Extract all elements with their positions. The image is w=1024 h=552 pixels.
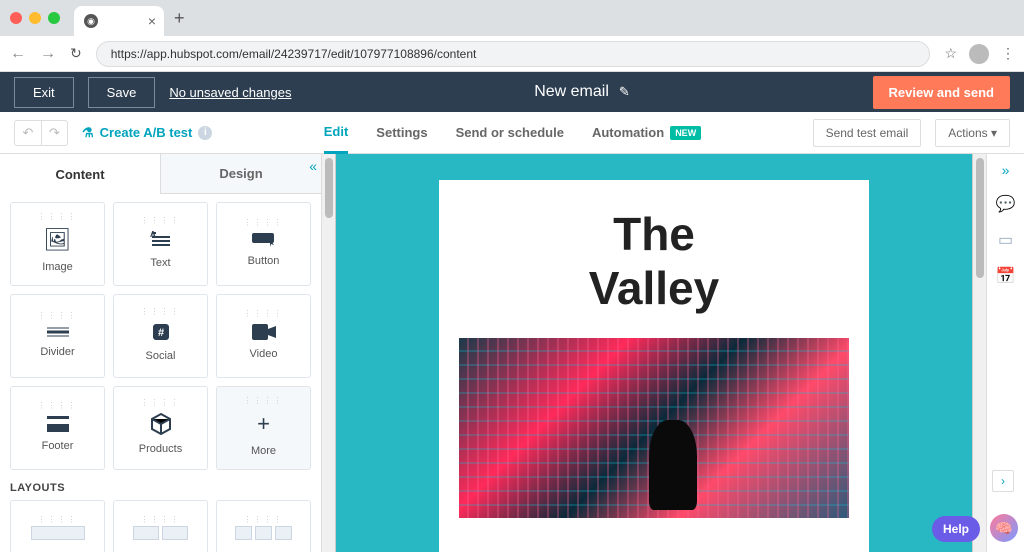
block-video[interactable]: ⋮⋮⋮⋮ Video bbox=[216, 294, 311, 378]
flask-icon: ⚗ bbox=[82, 125, 94, 141]
sidebar-tab-design[interactable]: Design bbox=[160, 154, 321, 194]
button-icon bbox=[252, 233, 276, 247]
device-icon[interactable]: ▭ bbox=[998, 230, 1013, 250]
tab-settings[interactable]: Settings bbox=[376, 112, 427, 153]
block-button[interactable]: ⋮⋮⋮⋮ Button bbox=[216, 202, 311, 286]
exit-button[interactable]: Exit bbox=[14, 77, 74, 108]
drag-handle-icon: ⋮⋮⋮⋮ bbox=[244, 399, 284, 403]
new-tab-button[interactable]: + bbox=[174, 8, 185, 29]
edit-title-icon[interactable]: ✎ bbox=[619, 84, 630, 100]
block-footer[interactable]: ⋮⋮⋮⋮ Footer bbox=[10, 386, 105, 470]
drag-handle-icon: ⋮⋮⋮⋮ bbox=[141, 401, 181, 405]
create-ab-test-link[interactable]: ⚗ Create A/B test i bbox=[82, 125, 212, 141]
layout-3col[interactable]: ⋮⋮⋮⋮ bbox=[216, 500, 311, 552]
window-controls bbox=[10, 12, 60, 24]
footer-icon bbox=[47, 416, 69, 432]
drag-handle-icon: ⋮⋮⋮⋮ bbox=[38, 314, 78, 318]
maximize-window-icon[interactable] bbox=[48, 12, 60, 24]
url-input[interactable] bbox=[96, 41, 931, 67]
unsaved-status: No unsaved changes bbox=[169, 85, 291, 100]
sub-header: ↶ ↷ ⚗ Create A/B test i Edit Settings Se… bbox=[0, 112, 1024, 154]
drag-handle-icon: ⋮⋮⋮⋮ bbox=[141, 310, 181, 314]
ruler-left bbox=[322, 154, 336, 552]
drag-handle-icon: ⋮⋮⋮⋮ bbox=[38, 215, 78, 219]
email-hero-image[interactable] bbox=[459, 338, 849, 518]
products-icon bbox=[151, 413, 171, 435]
comment-icon[interactable]: 💬 bbox=[996, 194, 1016, 214]
browser-tab[interactable]: ◉ × bbox=[74, 6, 164, 36]
review-send-button[interactable]: Review and send bbox=[873, 76, 1010, 109]
layouts-heading: LAYOUTS bbox=[10, 482, 311, 494]
sidebar-tab-content[interactable]: Content bbox=[0, 154, 160, 194]
redo-icon[interactable]: ↷ bbox=[41, 121, 67, 145]
scrollbar-right[interactable] bbox=[972, 154, 986, 552]
browser-menu-icon[interactable]: ⋮ bbox=[1001, 45, 1014, 62]
bookmark-icon[interactable]: ☆ bbox=[944, 45, 957, 62]
tab-automation[interactable]: Automation NEW bbox=[592, 112, 701, 153]
video-icon bbox=[252, 324, 276, 340]
calendar-icon[interactable]: 📅 bbox=[996, 266, 1016, 286]
email-body[interactable]: TheValley bbox=[439, 180, 869, 552]
send-test-email-button[interactable]: Send test email bbox=[813, 119, 922, 147]
divider-icon bbox=[47, 326, 69, 338]
undo-redo-group: ↶ ↷ bbox=[14, 120, 68, 146]
main-area: « Content Design ⋮⋮⋮⋮ 🖼 Image ⋮⋮⋮⋮ A Tex… bbox=[0, 154, 1024, 552]
layout-2col[interactable]: ⋮⋮⋮⋮ bbox=[113, 500, 208, 552]
email-title-header: New email bbox=[534, 83, 609, 101]
minimize-window-icon[interactable] bbox=[29, 12, 41, 24]
tab-send-schedule[interactable]: Send or schedule bbox=[456, 112, 564, 153]
right-rail: » 💬 ▭ 📅 bbox=[986, 154, 1024, 552]
plus-icon: + bbox=[257, 411, 270, 437]
image-icon: 🖼 bbox=[44, 227, 72, 253]
assistant-icon[interactable]: 🧠 bbox=[990, 514, 1018, 542]
block-social[interactable]: ⋮⋮⋮⋮ # Social bbox=[113, 294, 208, 378]
close-tab-icon[interactable]: × bbox=[148, 13, 156, 29]
browser-address-bar: ← → ↻ ☆ ⋮ bbox=[0, 36, 1024, 72]
collapse-sidebar-icon[interactable]: « bbox=[309, 158, 317, 174]
tab-favicon-icon: ◉ bbox=[84, 14, 98, 28]
drag-handle-icon: ⋮⋮⋮⋮ bbox=[38, 404, 78, 408]
reload-icon[interactable]: ↻ bbox=[70, 45, 82, 62]
close-window-icon[interactable] bbox=[10, 12, 22, 24]
save-button[interactable]: Save bbox=[88, 77, 156, 108]
forward-icon[interactable]: → bbox=[40, 45, 56, 63]
svg-text:A: A bbox=[150, 231, 156, 239]
expand-panel-icon[interactable]: › bbox=[992, 470, 1014, 492]
tab-edit[interactable]: Edit bbox=[324, 112, 349, 154]
help-button[interactable]: Help bbox=[932, 516, 980, 542]
layout-1col[interactable]: ⋮⋮⋮⋮ bbox=[10, 500, 105, 552]
back-icon[interactable]: ← bbox=[10, 45, 26, 63]
block-products[interactable]: ⋮⋮⋮⋮ Products bbox=[113, 386, 208, 470]
email-canvas[interactable]: TheValley bbox=[322, 154, 986, 552]
undo-icon[interactable]: ↶ bbox=[15, 121, 41, 145]
svg-text:#: # bbox=[158, 327, 164, 339]
profile-avatar-icon[interactable] bbox=[969, 44, 989, 64]
drag-handle-icon: ⋮⋮⋮⋮ bbox=[244, 312, 284, 316]
drag-handle-icon: ⋮⋮⋮⋮ bbox=[141, 219, 181, 223]
email-heading[interactable]: TheValley bbox=[439, 208, 869, 316]
block-text[interactable]: ⋮⋮⋮⋮ A Text bbox=[113, 202, 208, 286]
block-divider[interactable]: ⋮⋮⋮⋮ Divider bbox=[10, 294, 105, 378]
browser-tab-bar: ◉ × + bbox=[0, 0, 1024, 36]
expand-rail-icon[interactable]: » bbox=[1002, 162, 1010, 178]
social-icon: # bbox=[151, 322, 171, 342]
new-badge: NEW bbox=[670, 126, 701, 140]
block-image[interactable]: ⋮⋮⋮⋮ 🖼 Image bbox=[10, 202, 105, 286]
left-sidebar: « Content Design ⋮⋮⋮⋮ 🖼 Image ⋮⋮⋮⋮ A Tex… bbox=[0, 154, 322, 552]
app-header: Exit Save No unsaved changes New email ✎… bbox=[0, 72, 1024, 112]
drag-handle-icon: ⋮⋮⋮⋮ bbox=[141, 518, 181, 522]
block-more[interactable]: ⋮⋮⋮⋮ + More bbox=[216, 386, 311, 470]
actions-dropdown[interactable]: Actions ▾ bbox=[935, 119, 1010, 147]
drag-handle-icon: ⋮⋮⋮⋮ bbox=[244, 221, 284, 225]
text-icon: A bbox=[150, 231, 172, 249]
info-icon[interactable]: i bbox=[198, 126, 212, 140]
drag-handle-icon: ⋮⋮⋮⋮ bbox=[244, 518, 284, 522]
drag-handle-icon: ⋮⋮⋮⋮ bbox=[38, 518, 78, 522]
